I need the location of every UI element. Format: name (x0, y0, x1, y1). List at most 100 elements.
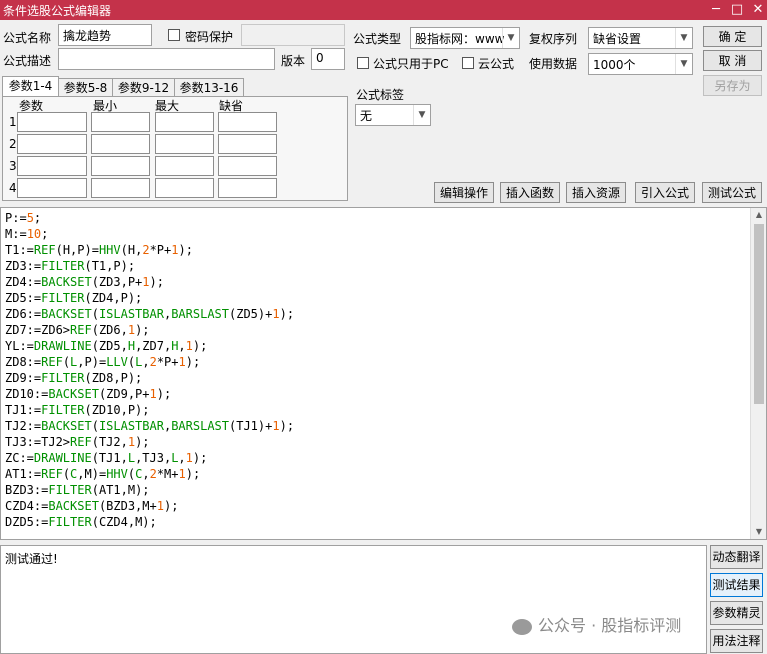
param-3-min[interactable] (91, 156, 150, 176)
cancel-button[interactable]: 取 消 (703, 50, 762, 71)
code-token: ,ZD7, (135, 339, 172, 353)
scrollbar-thumb[interactable] (754, 224, 764, 404)
import-formula-button[interactable]: 引入公式 (635, 182, 695, 203)
version-input[interactable]: 0 (311, 48, 345, 70)
code-token: ,TJ3, (135, 451, 172, 465)
param-3-default[interactable] (218, 156, 277, 176)
edit-ops-button[interactable]: 编辑操作 (434, 182, 494, 203)
code-token: ; (41, 227, 49, 241)
param-4-default[interactable] (218, 178, 277, 198)
code-token: BACKSET (48, 387, 99, 401)
code-token: DRAWLINE (33, 339, 92, 353)
test-result-button[interactable]: 测试结果 (710, 573, 763, 597)
code-scrollbar[interactable]: ▲ ▼ (750, 208, 766, 539)
minimize-icon[interactable]: ─ (707, 1, 725, 19)
code-token: ); (279, 307, 295, 321)
scroll-up-icon[interactable]: ▲ (751, 208, 766, 222)
code-token: BACKSET (41, 275, 92, 289)
chevron-down-icon: ▼ (502, 28, 519, 48)
save-as-button[interactable]: 另存为 (703, 75, 762, 96)
code-token: ); (185, 355, 201, 369)
formula-desc-label: 公式描述 (3, 54, 52, 68)
code-token: (TJ1, (91, 451, 128, 465)
formula-type-value: 股指标网：www (415, 32, 505, 46)
scroll-down-icon[interactable]: ▼ (751, 525, 766, 539)
pc-only-checkbox[interactable] (357, 57, 369, 69)
code-token: (ZD6, (91, 323, 128, 337)
code-token: (TJ2, (91, 435, 128, 449)
tab-params-9-12[interactable]: 参数9-12 (112, 78, 175, 97)
test-formula-button[interactable]: 测试公式 (702, 182, 762, 203)
cloud-checkbox[interactable] (462, 57, 474, 69)
param-1-name[interactable] (17, 112, 87, 132)
code-token: 1 (185, 339, 193, 353)
formula-code-text[interactable]: P:=5; M:=10; T1:=REF(H,P)=HHV(H,2*P+1); ZD3… (1, 208, 766, 532)
code-line: TJ1:=FILTER(ZD10,P); (5, 402, 762, 418)
tab-params-1-4[interactable]: 参数1-4 (2, 76, 59, 97)
code-token: ); (185, 467, 201, 481)
param-4-max[interactable] (155, 178, 214, 198)
code-line: YL:=DRAWLINE(ZD5,H,ZD7,H,1); (5, 338, 762, 354)
password-input[interactable] (241, 24, 345, 46)
code-token: BZD3:= (5, 483, 49, 497)
param-wizard-button[interactable]: 参数精灵 (710, 601, 763, 625)
data-count-select[interactable]: 1000个 ▼ (588, 53, 693, 75)
code-line: TJ3:=TJ2>REF(TJ2,1); (5, 434, 762, 450)
version-label: 版本 (281, 54, 306, 68)
restore-select[interactable]: 缺省设置 ▼ (588, 27, 693, 49)
code-token: (ZD10,P); (84, 403, 150, 417)
password-checkbox[interactable] (168, 29, 180, 41)
code-line: TJ2:=BACKSET(ISLASTBAR,BARSLAST(TJ1)+1); (5, 418, 762, 434)
code-token: REF (41, 467, 63, 481)
code-token: REF (70, 323, 92, 337)
param-2-min[interactable] (91, 134, 150, 154)
code-token: ); (135, 323, 150, 337)
usage-notes-button[interactable]: 用法注释 (710, 629, 763, 653)
param-4-name[interactable] (17, 178, 87, 198)
param-2-default[interactable] (218, 134, 277, 154)
code-line: CZD4:=BACKSET(BZD3,M+1); (5, 498, 762, 514)
param-1-default[interactable] (218, 112, 277, 132)
formula-type-select[interactable]: 股指标网：www ▼ (410, 27, 520, 49)
param-3-name[interactable] (17, 156, 87, 176)
ok-button[interactable]: 确 定 (703, 26, 762, 47)
code-token: ( (62, 355, 71, 369)
maximize-icon[interactable]: □ (728, 1, 746, 19)
code-token: HHV (98, 243, 121, 257)
param-2-max[interactable] (155, 134, 214, 154)
cloud-label: 云公式 (478, 57, 515, 71)
restore-value: 缺省设置 (593, 32, 642, 46)
dynamic-translate-button[interactable]: 动态翻译 (710, 545, 763, 569)
code-token: ); (135, 435, 150, 449)
param-2-name[interactable] (17, 134, 87, 154)
code-token: ); (149, 275, 164, 289)
param-tabs: 参数1-4 参数5-8 参数9-12 参数13-16 (2, 76, 348, 97)
tab-params-13-16[interactable]: 参数13-16 (174, 78, 244, 97)
code-token: (T1,P); (84, 259, 136, 273)
code-token: 1 (149, 387, 157, 401)
chevron-down-icon: ▼ (413, 105, 430, 125)
param-3-max[interactable] (155, 156, 214, 176)
pc-only-label: 公式只用于PC (373, 57, 449, 71)
close-icon[interactable]: ✕ (749, 1, 767, 19)
code-token: ); (178, 243, 193, 257)
insert-function-button[interactable]: 插入函数 (500, 182, 560, 203)
code-token: T1:= (5, 243, 34, 257)
formula-code-editor[interactable]: P:=5; M:=10; T1:=REF(H,P)=HHV(H,2*P+1); ZD3… (0, 207, 767, 540)
code-token: ); (279, 419, 295, 433)
tab-params-5-8[interactable]: 参数5-8 (58, 78, 113, 97)
test-result-panel: 测试通过! (0, 545, 707, 654)
formula-desc-input[interactable] (58, 48, 275, 70)
formula-name-input[interactable]: 擒龙趋势 (58, 24, 152, 46)
wechat-icon (512, 618, 532, 635)
code-line: M:=10; (5, 226, 762, 242)
code-token: ZD10:= (5, 387, 49, 401)
code-token: 1 (272, 419, 280, 433)
insert-resource-button[interactable]: 插入资源 (566, 182, 626, 203)
param-1-min[interactable] (91, 112, 150, 132)
code-line: ZD10:=BACKSET(ZD9,P+1); (5, 386, 762, 402)
code-token: 5 (26, 211, 34, 225)
formula-tag-select[interactable]: 无 ▼ (355, 104, 431, 126)
param-4-min[interactable] (91, 178, 150, 198)
param-1-max[interactable] (155, 112, 214, 132)
